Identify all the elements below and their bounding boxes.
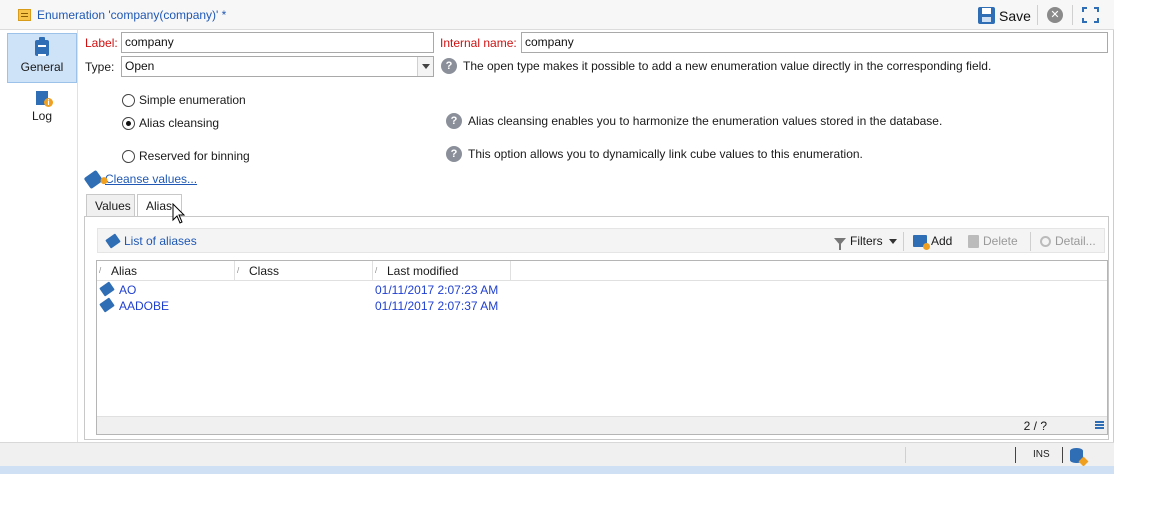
funnel-icon: [834, 237, 846, 250]
alias-grid: / Alias / Class / Last modified AO 01/11…: [96, 260, 1108, 435]
toolbar-divider: [903, 232, 904, 251]
column-divider[interactable]: [510, 261, 511, 281]
database-icon[interactable]: [1070, 448, 1083, 463]
nav-item-label: Log: [31, 109, 53, 123]
table-row[interactable]: AADOBE 01/11/2017 2:07:37 AM: [97, 297, 1107, 314]
add-label: Add: [931, 234, 953, 248]
detail-label: Detail...: [1055, 234, 1096, 248]
log-icon: [36, 91, 53, 107]
delete-label: Delete: [983, 234, 1018, 248]
radio-label: Simple enumeration: [139, 93, 246, 107]
window-bottom-border: [0, 466, 1114, 474]
type-caption: Type:: [85, 60, 115, 74]
radio-reserved-for-binning[interactable]: Reserved for binning: [122, 149, 250, 163]
internal-name-input[interactable]: company: [521, 32, 1108, 53]
alias-panel: List of aliases Filters Add Delete Detai…: [84, 217, 1109, 440]
radio-button[interactable]: [122, 116, 135, 130]
type-help-text: The open type makes it possible to add a…: [463, 59, 992, 73]
enumeration-window: Enumeration 'company(company)' * Save ✕ …: [0, 0, 1114, 474]
type-select-value: Open: [125, 59, 155, 73]
column-divider[interactable]: [234, 261, 235, 281]
insert-mode-indicator: INS: [1033, 449, 1050, 460]
left-navigation: General Log: [0, 30, 78, 442]
label-input[interactable]: company: [121, 32, 434, 53]
window-title: Enumeration 'company(company)' *: [37, 8, 227, 22]
status-divider: [1062, 447, 1063, 463]
column-header-alias[interactable]: Alias: [111, 264, 137, 278]
radio-simple-enumeration[interactable]: Simple enumeration: [122, 93, 246, 107]
floppy-disk-icon: [978, 7, 995, 24]
table-row[interactable]: AO 01/11/2017 2:07:23 AM: [97, 281, 1107, 298]
alias-tag-icon: [99, 281, 115, 297]
list-title: List of aliases: [105, 233, 197, 249]
cleanse-tag-icon: [83, 169, 104, 189]
column-header-last-modified[interactable]: Last modified: [387, 264, 458, 278]
radio-button[interactable]: [122, 93, 135, 107]
title-bar: Enumeration 'company(company)' * Save ✕: [0, 0, 1114, 30]
cleanse-values-link[interactable]: Cleanse values...: [83, 169, 197, 189]
radio-label: Reserved for binning: [139, 149, 250, 163]
radio-alias-cleansing[interactable]: Alias cleansing: [122, 116, 219, 130]
internal-name-caption: Internal name:: [440, 36, 517, 50]
column-header-class[interactable]: Class: [249, 264, 279, 278]
nav-item-log[interactable]: Log: [7, 85, 77, 135]
toolbar-divider: [1072, 5, 1073, 25]
nav-item-general[interactable]: General: [7, 33, 77, 83]
radio-label: Alias cleansing: [139, 116, 220, 130]
status-divider: [1015, 447, 1016, 463]
sort-icon: /: [99, 266, 102, 275]
binning-help-text: This option allows you to dynamically li…: [468, 147, 863, 161]
detail-button[interactable]: Detail...: [1040, 234, 1096, 248]
cell-last-modified: 01/11/2017 2:07:37 AM: [375, 299, 499, 313]
help-icon: ?: [446, 146, 462, 162]
delete-button[interactable]: Delete: [968, 234, 1018, 248]
chevron-down-icon[interactable]: [417, 57, 433, 76]
save-label: Save: [999, 7, 1031, 24]
alias-tag-icon: [99, 297, 115, 313]
clipboard-icon: [35, 37, 49, 56]
chevron-down-icon[interactable]: [888, 238, 897, 244]
menu-icon[interactable]: [1095, 421, 1104, 429]
close-icon[interactable]: ✕: [1047, 7, 1063, 23]
alias-help-text: Alias cleansing enables you to harmonize…: [468, 114, 943, 128]
column-divider[interactable]: [372, 261, 373, 281]
cell-last-modified: 01/11/2017 2:07:23 AM: [375, 283, 499, 297]
sort-icon: /: [237, 266, 240, 275]
cell-alias: AADOBE: [119, 299, 170, 313]
status-bar: INS: [0, 442, 1114, 466]
mouse-cursor-icon: [172, 203, 186, 224]
nav-item-label: General: [20, 60, 64, 74]
save-button[interactable]: Save: [975, 5, 1034, 26]
enumeration-icon: [18, 9, 31, 21]
trash-icon: [968, 234, 979, 248]
radio-button[interactable]: [122, 149, 135, 163]
cleanse-values-label[interactable]: Cleanse values...: [105, 172, 197, 186]
list-title-text: List of aliases: [124, 234, 197, 248]
alias-toolbar: List of aliases Filters Add Delete Detai…: [97, 228, 1105, 253]
tab-values[interactable]: Values: [86, 194, 135, 217]
status-divider: [905, 447, 906, 463]
add-button[interactable]: Add: [913, 234, 953, 250]
grid-header: / Alias / Class / Last modified: [97, 261, 1107, 281]
expand-icon[interactable]: [1082, 7, 1099, 23]
help-icon: ?: [441, 58, 457, 74]
cell-alias: AO: [119, 283, 137, 297]
filters-label: Filters: [850, 234, 883, 248]
help-icon: ?: [446, 113, 462, 129]
label-caption: Label:: [85, 36, 118, 50]
toolbar-divider: [1030, 232, 1031, 251]
sort-icon: /: [375, 266, 378, 275]
record-count: 2 / ?: [1023, 419, 1047, 433]
add-icon: [913, 235, 930, 250]
grid-footer: 2 / ?: [97, 416, 1107, 434]
alias-tag-icon: [105, 233, 121, 249]
filters-button[interactable]: Filters: [834, 234, 897, 250]
toolbar-divider: [1037, 5, 1038, 25]
type-select[interactable]: Open: [121, 56, 434, 77]
magnifier-icon: [1040, 235, 1051, 247]
